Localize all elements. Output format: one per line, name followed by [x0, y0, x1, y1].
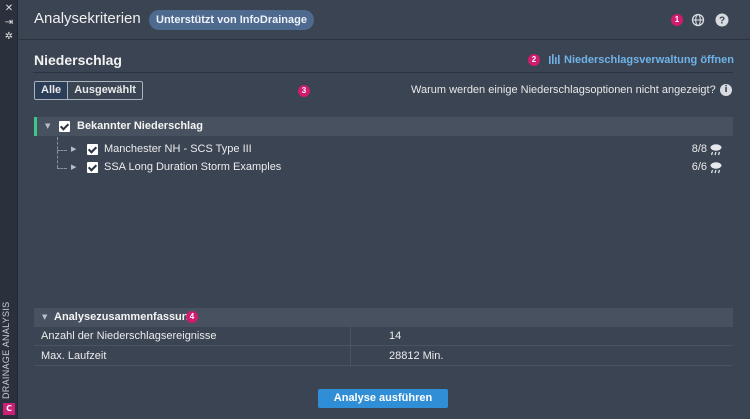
tree-row[interactable]: ▶ SSA Long Duration Storm Examples 6/6 — [34, 159, 733, 176]
rain-cloud-icon — [710, 144, 722, 156]
tree-group-header[interactable]: ▼ Bekannter Niederschlag — [34, 117, 733, 136]
panel-vertical-label: DRAINAGE ANALYSIS — [1, 301, 11, 399]
callout-marker-4: 4 — [186, 311, 198, 323]
svg-text:?: ? — [719, 16, 725, 27]
collapse-icon[interactable]: ⇥ — [3, 17, 15, 29]
close-icon[interactable]: ✕ — [3, 3, 15, 15]
summary-value: 14 — [389, 330, 402, 342]
group-checkbox[interactable] — [59, 121, 70, 132]
row-checkbox[interactable] — [87, 144, 98, 155]
powered-by-badge: Unterstützt von InfoDrainage — [149, 10, 314, 30]
info-icon[interactable]: i — [720, 84, 732, 96]
section-divider — [33, 72, 733, 73]
summary-value: 28812 Min. — [389, 350, 444, 362]
rainfall-bars-icon — [549, 54, 560, 64]
open-rainfall-manager-link[interactable]: Niederschlagsverwaltung öffnen — [548, 53, 734, 66]
rainfall-item-count: 8/8 — [691, 143, 707, 155]
callout-marker-3: 3 — [298, 85, 310, 97]
chevron-down-icon[interactable]: ▼ — [42, 313, 47, 321]
filter-selected-button[interactable]: Ausgewählt — [68, 82, 142, 99]
row-checkbox[interactable] — [87, 162, 98, 173]
summary-title: Analysezusammenfassung — [54, 311, 196, 323]
tree-row[interactable]: ▶ Manchester NH - SCS Type III 8/8 — [34, 141, 733, 158]
summary-header[interactable]: ▼ Analysezusammenfassung 4 — [34, 308, 733, 327]
missing-options-question[interactable]: Warum werden einige Niederschlagsoptione… — [411, 84, 716, 96]
panel-title: Analysekriterien — [34, 10, 141, 27]
filter-segmented-control: Alle Ausgewählt — [34, 81, 143, 100]
summary-row: Max. Laufzeit 28812 Min. — [34, 346, 733, 366]
open-rainfall-manager-label: Niederschlagsverwaltung öffnen — [564, 54, 734, 66]
rainfall-item-count: 6/6 — [691, 161, 707, 173]
settings-gear-icon[interactable]: ✲ — [3, 31, 15, 43]
left-panel-strip: ✕ ⇥ ✲ DRAINAGE ANALYSIS C — [0, 0, 18, 419]
chevron-right-icon[interactable]: ▶ — [71, 163, 76, 171]
chevron-down-icon[interactable]: ▼ — [45, 122, 50, 130]
run-analysis-button[interactable]: Analyse ausführen — [318, 389, 448, 408]
rain-cloud-icon — [710, 162, 722, 174]
callout-marker-1: 1 — [671, 14, 683, 26]
summary-row: Anzahl der Niederschlagsereignisse 14 — [34, 326, 733, 346]
panel-header: Analysekriterien Unterstützt von InfoDra… — [19, 0, 750, 40]
rainfall-item-label: SSA Long Duration Storm Examples — [104, 161, 282, 173]
chevron-right-icon[interactable]: ▶ — [71, 145, 76, 153]
globe-icon[interactable] — [691, 13, 705, 27]
app-logo-icon: C — [3, 403, 15, 415]
summary-key: Max. Laufzeit — [41, 350, 107, 362]
section-title: Niederschlag — [34, 52, 122, 68]
summary-key: Anzahl der Niederschlagsereignisse — [41, 330, 217, 342]
summary-column-divider — [350, 326, 351, 367]
help-icon[interactable]: ? — [715, 13, 729, 27]
rainfall-item-label: Manchester NH - SCS Type III — [104, 143, 252, 155]
group-label: Bekannter Niederschlag — [77, 120, 203, 132]
callout-marker-2: 2 — [528, 54, 540, 66]
filter-all-button[interactable]: Alle — [35, 82, 69, 99]
